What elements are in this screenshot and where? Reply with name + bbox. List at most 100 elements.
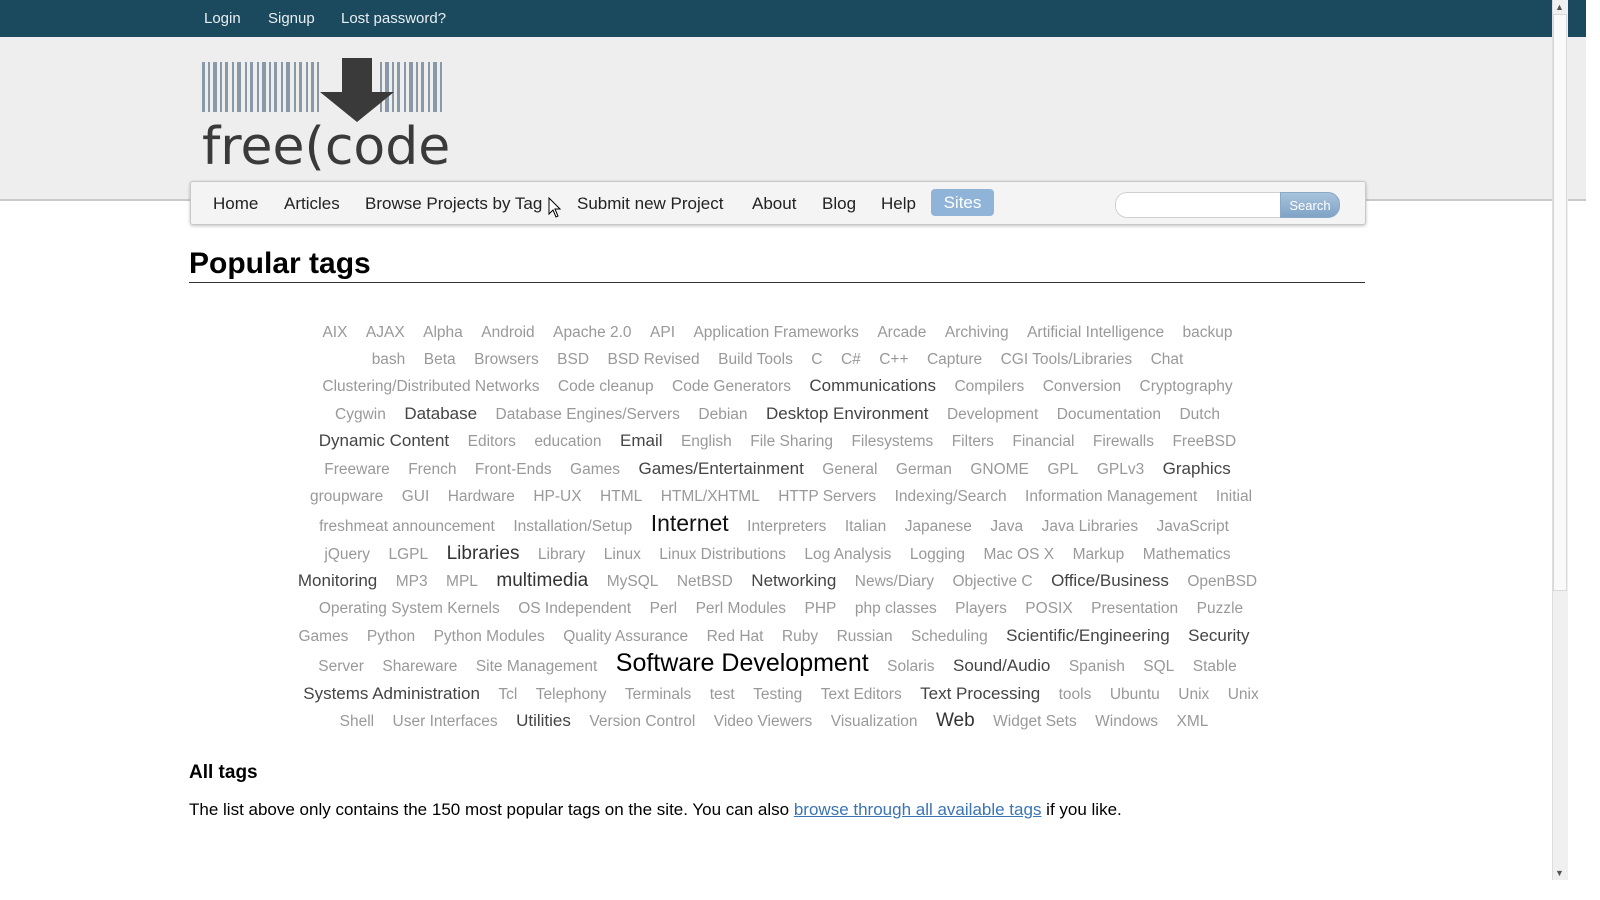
tag-link[interactable]: Communications	[809, 376, 936, 395]
tag-link[interactable]: Filters	[952, 433, 994, 450]
tag-link[interactable]: CGI Tools/Libraries	[1001, 351, 1133, 368]
sites-button[interactable]: Sites	[931, 189, 994, 216]
tag-link[interactable]: Artificial Intelligence	[1027, 324, 1164, 341]
tag-link[interactable]: Sound/Audio	[953, 656, 1050, 675]
tag-link[interactable]: Web	[936, 710, 975, 731]
search-input[interactable]	[1115, 192, 1282, 218]
nav-browse-projects-by-tag[interactable]: Browse Projects by Tag	[365, 194, 542, 214]
tag-link[interactable]: Editors	[468, 433, 516, 450]
nav-blog[interactable]: Blog	[822, 194, 856, 214]
login-link[interactable]: Login	[204, 10, 241, 27]
tag-link[interactable]: POSIX	[1025, 600, 1072, 617]
tag-link[interactable]: News/Diary	[855, 573, 934, 590]
tag-link[interactable]: Hardware	[448, 488, 515, 505]
tag-link[interactable]: Interpreters	[747, 518, 826, 535]
tag-link[interactable]: Internet	[651, 510, 729, 536]
tag-link[interactable]: Java	[990, 518, 1023, 535]
tag-link[interactable]: Spanish	[1069, 658, 1125, 675]
tag-link[interactable]: education	[534, 433, 601, 450]
tag-link[interactable]: tools	[1059, 686, 1092, 703]
tag-link[interactable]: Database	[404, 404, 477, 423]
tag-link[interactable]: Office/Business	[1051, 571, 1169, 590]
tag-link[interactable]: Perl	[650, 600, 678, 617]
tag-link[interactable]: Software Development	[616, 649, 869, 677]
tag-link[interactable]: Database Engines/Servers	[496, 406, 680, 423]
tag-link[interactable]: Linux	[604, 546, 641, 563]
tag-link[interactable]: Site Management	[476, 658, 598, 675]
tag-link[interactable]: Text Editors	[821, 686, 902, 703]
tag-link[interactable]: php classes	[855, 600, 937, 617]
scroll-up-arrow-icon[interactable]: ▲	[1555, 2, 1564, 12]
scrollbar-thumb[interactable]	[1553, 14, 1567, 591]
tag-link[interactable]: multimedia	[496, 570, 588, 591]
tag-link[interactable]: Players	[955, 600, 1007, 617]
tag-link[interactable]: Apache 2.0	[553, 324, 631, 341]
tag-link[interactable]: OpenBSD	[1187, 573, 1257, 590]
tag-link[interactable]: groupware	[310, 488, 383, 505]
tag-link[interactable]: Linux Distributions	[659, 546, 786, 563]
tag-link[interactable]: NetBSD	[677, 573, 733, 590]
tag-link[interactable]: Freeware	[324, 461, 389, 478]
tag-link[interactable]: MP3	[396, 573, 428, 590]
tag-link[interactable]: Russian	[837, 628, 893, 645]
tag-link[interactable]: Solaris	[887, 658, 934, 675]
tag-link[interactable]: API	[650, 324, 675, 341]
tag-link[interactable]: Code cleanup	[558, 378, 654, 395]
tag-link[interactable]: Logging	[910, 546, 965, 563]
tag-link[interactable]: C#	[841, 351, 861, 368]
tag-link[interactable]: Financial	[1012, 433, 1074, 450]
tag-link[interactable]: Quality Assurance	[563, 628, 688, 645]
tag-link[interactable]: Scheduling	[911, 628, 988, 645]
tag-link[interactable]: AJAX	[366, 324, 405, 341]
freecode-logo[interactable]: free(code):	[202, 58, 452, 176]
nav-help[interactable]: Help	[881, 194, 916, 214]
tag-link[interactable]: Mac OS X	[984, 546, 1055, 563]
tag-link[interactable]: Chat	[1151, 351, 1184, 368]
tag-link[interactable]: Operating System Kernels	[319, 600, 500, 617]
tag-link[interactable]: Conversion	[1043, 378, 1121, 395]
tag-link[interactable]: Android	[481, 324, 534, 341]
tag-link[interactable]: jQuery	[324, 546, 370, 563]
tag-link[interactable]: Indexing/Search	[895, 488, 1007, 505]
tag-link[interactable]: HTML	[600, 488, 642, 505]
tag-link[interactable]: Archiving	[945, 324, 1009, 341]
tag-link[interactable]: OS Independent	[518, 600, 631, 617]
tag-link[interactable]: Unix	[1178, 686, 1209, 703]
tag-link[interactable]: GUI	[402, 488, 430, 505]
tag-link[interactable]: Windows	[1095, 713, 1158, 730]
tag-link[interactable]: Scientific/Engineering	[1006, 626, 1169, 645]
tag-link[interactable]: Application Frameworks	[693, 324, 858, 341]
tag-link[interactable]: Video Viewers	[714, 713, 813, 730]
tag-link[interactable]: Games	[570, 461, 620, 478]
tag-link[interactable]: French	[408, 461, 456, 478]
tag-link[interactable]: Visualization	[831, 713, 918, 730]
tag-link[interactable]: XML	[1177, 713, 1209, 730]
nav-about[interactable]: About	[752, 194, 796, 214]
tag-link[interactable]: Dutch	[1179, 406, 1220, 423]
tag-link[interactable]: HTTP Servers	[778, 488, 876, 505]
tag-link[interactable]: GPLv3	[1097, 461, 1144, 478]
tag-link[interactable]: GPL	[1047, 461, 1078, 478]
tag-link[interactable]: Widget Sets	[993, 713, 1077, 730]
tag-link[interactable]: Presentation	[1091, 600, 1178, 617]
tag-link[interactable]: MPL	[446, 573, 478, 590]
tag-link[interactable]: Markup	[1073, 546, 1125, 563]
tag-link[interactable]: Beta	[424, 351, 456, 368]
tag-link[interactable]: Perl Modules	[696, 600, 786, 617]
tag-link[interactable]: Debian	[698, 406, 747, 423]
tag-link[interactable]: Installation/Setup	[513, 518, 632, 535]
tag-link[interactable]: AIX	[322, 324, 347, 341]
tag-link[interactable]: Cygwin	[335, 406, 386, 423]
tag-link[interactable]: Python	[367, 628, 415, 645]
tag-link[interactable]: Systems Administration	[303, 684, 480, 703]
tag-link[interactable]: Filesystems	[851, 433, 933, 450]
tag-link[interactable]: Networking	[751, 571, 836, 590]
tag-link[interactable]: backup	[1183, 324, 1233, 341]
tag-link[interactable]: File Sharing	[750, 433, 833, 450]
tag-link[interactable]: German	[896, 461, 952, 478]
tag-link[interactable]: Stable	[1193, 658, 1237, 675]
tag-link[interactable]: Python Modules	[434, 628, 545, 645]
tag-link[interactable]: Libraries	[447, 543, 520, 564]
lost-password-link[interactable]: Lost password?	[341, 10, 446, 27]
tag-link[interactable]: Server	[318, 658, 364, 675]
